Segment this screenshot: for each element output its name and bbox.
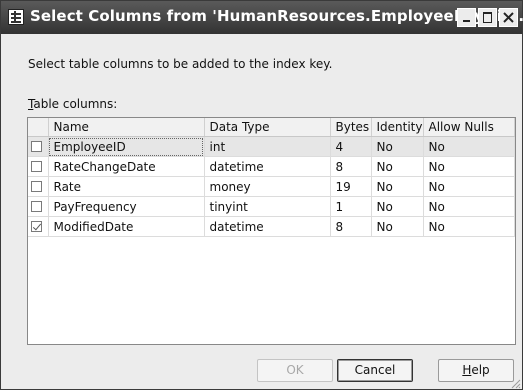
row-checkbox-cell[interactable]	[28, 156, 49, 177]
table-columns-grid[interactable]: Name Data Type Bytes Identity Allow Null…	[27, 117, 516, 345]
cell-data-type: int	[204, 136, 331, 157]
header-checkbox	[28, 118, 49, 137]
minimize-button[interactable]	[457, 8, 476, 27]
table-row[interactable]: PayFrequency tinyint 1 No No	[28, 196, 515, 217]
cell-data-type: datetime	[204, 216, 331, 237]
row-checkbox-cell[interactable]	[28, 176, 49, 197]
select-columns-dialog: Select Columns from 'HumanResources.Empl…	[0, 0, 523, 390]
cell-allow-nulls: No	[423, 136, 515, 157]
title-bar[interactable]: Select Columns from 'HumanResources.Empl…	[1, 1, 523, 34]
cell-allow-nulls: No	[423, 216, 515, 237]
cell-identity: No	[371, 176, 424, 197]
columns-table: Name Data Type Bytes Identity Allow Null…	[28, 118, 515, 237]
cell-name: ModifiedDate	[48, 216, 205, 237]
header-data-type[interactable]: Data Type	[204, 118, 331, 137]
header-identity[interactable]: Identity	[371, 118, 424, 137]
resize-grip-icon[interactable]	[509, 377, 521, 389]
ok-button[interactable]: OK	[257, 359, 333, 382]
row-checkbox[interactable]	[31, 181, 42, 192]
row-checkbox[interactable]	[31, 141, 42, 152]
cell-allow-nulls: No	[423, 156, 515, 177]
row-checkbox[interactable]	[31, 161, 42, 172]
header-bytes[interactable]: Bytes	[330, 118, 372, 137]
instruction-text: Select table columns to be added to the …	[28, 57, 333, 71]
cell-identity: No	[371, 136, 424, 157]
row-checkbox-cell[interactable]	[28, 216, 49, 237]
close-button[interactable]	[499, 8, 518, 27]
cell-identity: No	[371, 156, 424, 177]
cell-bytes: 8	[330, 216, 372, 237]
header-name[interactable]: Name	[48, 118, 205, 137]
cell-bytes: 19	[330, 176, 372, 197]
window-title: Select Columns from 'HumanResources.Empl…	[30, 7, 523, 25]
cell-name: Rate	[48, 176, 205, 197]
table-row[interactable]: Rate money 19 No No	[28, 176, 515, 197]
cell-allow-nulls: No	[423, 196, 515, 217]
cell-identity: No	[371, 196, 424, 217]
cell-identity: No	[371, 216, 424, 237]
close-icon	[503, 12, 514, 23]
table-columns-label: Table columns:	[28, 97, 117, 111]
cancel-button[interactable]: Cancel	[337, 359, 413, 382]
row-checkbox-cell[interactable]	[28, 136, 49, 157]
row-checkbox[interactable]	[31, 221, 42, 232]
cell-data-type: tinyint	[204, 196, 331, 217]
table-row[interactable]: ModifiedDate datetime 8 No No	[28, 216, 515, 237]
row-checkbox[interactable]	[31, 201, 42, 212]
cell-bytes: 8	[330, 156, 372, 177]
table-icon	[8, 9, 24, 25]
header-row: Name Data Type Bytes Identity Allow Null…	[28, 118, 515, 137]
help-button-text: elp	[471, 363, 490, 377]
row-checkbox-cell[interactable]	[28, 196, 49, 217]
cell-bytes: 1	[330, 196, 372, 217]
help-button-accel: H	[462, 363, 472, 377]
cell-data-type: money	[204, 176, 331, 197]
cell-name: PayFrequency	[48, 196, 205, 217]
cell-name: RateChangeDate	[48, 156, 205, 177]
header-allow-nulls[interactable]: Allow Nulls	[423, 118, 515, 137]
table-row[interactable]: RateChangeDate datetime 8 No No	[28, 156, 515, 177]
cell-name: EmployeeID	[48, 136, 205, 157]
maximize-button[interactable]	[478, 8, 497, 27]
table-columns-label-text: able columns:	[33, 97, 118, 111]
cell-allow-nulls: No	[423, 176, 515, 197]
cell-data-type: datetime	[204, 156, 331, 177]
help-button[interactable]: Help	[438, 359, 514, 382]
cell-bytes: 4	[330, 136, 372, 157]
table-row[interactable]: EmployeeID int 4 No No	[28, 136, 515, 157]
